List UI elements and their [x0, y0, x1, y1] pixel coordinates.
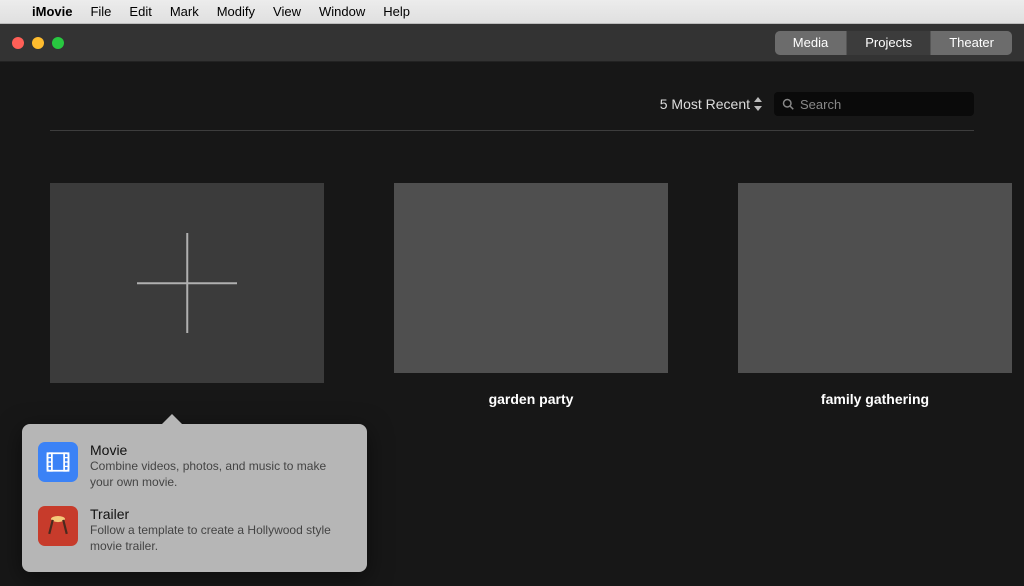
- menubar-item-edit[interactable]: Edit: [129, 4, 151, 19]
- projects-grid: garden party family gathering: [50, 131, 974, 407]
- menubar-item-mark[interactable]: Mark: [170, 4, 199, 19]
- trailer-icon: [38, 506, 78, 546]
- recent-filter-label: 5 Most Recent: [660, 96, 750, 112]
- create-new-project[interactable]: [50, 183, 324, 407]
- project-thumb: [738, 183, 1012, 373]
- macos-menubar: iMovie File Edit Mark Modify View Window…: [0, 0, 1024, 24]
- search-placeholder: Search: [800, 97, 841, 112]
- project-card[interactable]: family gathering: [738, 183, 1012, 407]
- view-tabs: Media Projects Theater: [775, 31, 1012, 55]
- content-area: 5 Most Recent Search garden party: [0, 62, 1024, 407]
- popover-option-trailer[interactable]: Trailer Follow a template to create a Ho…: [34, 498, 355, 562]
- menubar-item-help[interactable]: Help: [383, 4, 410, 19]
- popover-movie-title: Movie: [90, 442, 351, 458]
- project-title: family gathering: [821, 391, 929, 407]
- movie-icon: [38, 442, 78, 482]
- menubar-item-view[interactable]: View: [273, 4, 301, 19]
- stepper-icon: [752, 96, 762, 112]
- fullscreen-button[interactable]: [52, 37, 64, 49]
- popover-trailer-desc: Follow a template to create a Hollywood …: [90, 523, 351, 554]
- project-card[interactable]: garden party: [394, 183, 668, 407]
- menubar-item-file[interactable]: File: [90, 4, 111, 19]
- minimize-button[interactable]: [32, 37, 44, 49]
- tab-theater[interactable]: Theater: [931, 31, 1012, 55]
- create-popover: Movie Combine videos, photos, and music …: [22, 424, 367, 572]
- recent-filter[interactable]: 5 Most Recent: [660, 96, 762, 112]
- project-title: garden party: [489, 391, 574, 407]
- menubar-item-modify[interactable]: Modify: [217, 4, 255, 19]
- search-input[interactable]: Search: [774, 92, 974, 116]
- project-thumb: [394, 183, 668, 373]
- tab-media[interactable]: Media: [775, 31, 847, 55]
- close-button[interactable]: [12, 37, 24, 49]
- menubar-item-window[interactable]: Window: [319, 4, 365, 19]
- plus-icon: [186, 233, 188, 333]
- create-new-thumb: [50, 183, 324, 383]
- menubar-app-name[interactable]: iMovie: [32, 4, 72, 19]
- popover-movie-desc: Combine videos, photos, and music to mak…: [90, 459, 351, 490]
- tab-projects[interactable]: Projects: [847, 31, 931, 55]
- traffic-lights: [12, 37, 64, 49]
- popover-option-movie[interactable]: Movie Combine videos, photos, and music …: [34, 434, 355, 498]
- toolbar-row: 5 Most Recent Search: [50, 62, 974, 131]
- window-titlebar: Media Projects Theater: [0, 24, 1024, 62]
- popover-trailer-title: Trailer: [90, 506, 351, 522]
- search-icon: [782, 98, 794, 110]
